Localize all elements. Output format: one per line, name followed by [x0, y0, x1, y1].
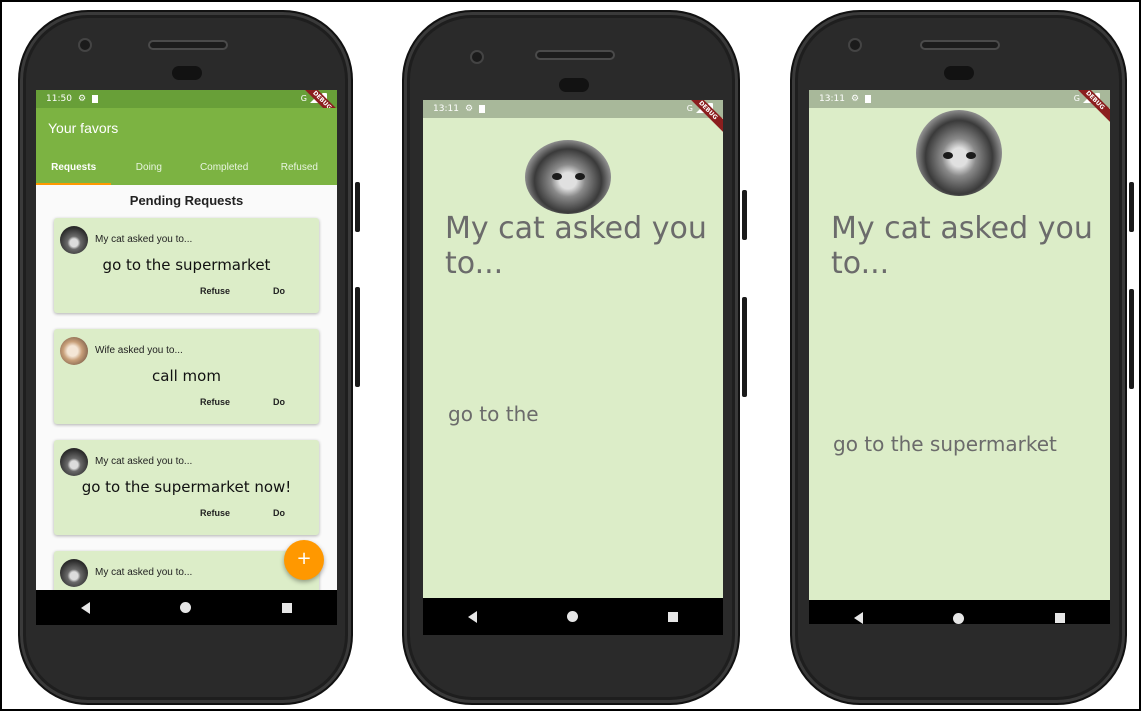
app-bar: Your favors Requests Doing Completed Ref… [36, 108, 337, 185]
back-icon[interactable] [854, 612, 864, 624]
refuse-button[interactable]: Refuse [200, 397, 230, 407]
home-icon[interactable] [567, 611, 578, 622]
proximity-sensor [559, 78, 589, 92]
tab-completed[interactable]: Completed [187, 153, 262, 185]
settings-icon: ⚙ [77, 94, 87, 104]
status-bar: 11:50 ⚙ G DEBUG [36, 90, 337, 129]
card-requester: My cat asked you to... [95, 456, 193, 467]
back-icon[interactable] [468, 610, 477, 623]
screen: 13:11 ⚙ G DEBUG My cat asked you to... g… [423, 100, 723, 635]
card-requester: My cat asked you to... [95, 567, 193, 578]
home-icon[interactable] [180, 602, 192, 613]
refuse-button[interactable]: Refuse [200, 286, 230, 296]
requester-heading: My cat asked you to... [445, 211, 707, 281]
recents-icon[interactable] [668, 611, 678, 622]
power-button [742, 190, 747, 240]
network-label: G [300, 93, 307, 103]
tab-refused[interactable]: Refused [262, 153, 337, 185]
phone-2: 13:11 ⚙ G DEBUG My cat asked you to... g… [402, 10, 747, 705]
tab-requests[interactable]: Requests [36, 153, 112, 185]
proximity-sensor [944, 66, 974, 80]
proximity-sensor [172, 66, 202, 80]
nav-bar [809, 600, 1110, 624]
settings-icon: ⚙ [464, 104, 474, 114]
volume-button [742, 297, 747, 397]
avatar [60, 337, 88, 365]
avatar [60, 226, 88, 254]
favor-card: Wife asked you to... call mom Refuse Do [54, 329, 319, 424]
back-icon[interactable] [81, 601, 91, 614]
tab-bar: Requests Doing Completed Refused [36, 153, 337, 185]
avatar-eye [943, 152, 953, 159]
card-description: go to the supermarket [102, 256, 271, 274]
avatar-eye [552, 173, 562, 180]
refuse-button[interactable]: Refuse [200, 508, 230, 518]
avatar [916, 110, 1002, 196]
app-title: Your favors [48, 120, 119, 136]
sd-card-icon [865, 95, 872, 103]
recents-icon[interactable] [1054, 613, 1065, 623]
requester-heading: My cat asked you to... [831, 211, 1093, 281]
section-title: Pending Requests [129, 193, 244, 208]
volume-button [1129, 289, 1134, 389]
nav-bar [36, 590, 337, 625]
screen: 13:11 ⚙ G DEBUG My cat asked you to... g… [809, 90, 1110, 624]
card-requester: Wife asked you to... [95, 345, 183, 356]
earpiece-speaker [535, 50, 615, 60]
avatar [60, 559, 88, 587]
sd-card-icon [92, 95, 99, 103]
power-button [1129, 182, 1134, 232]
status-time: 13:11 [819, 94, 845, 104]
phone-1: 11:50 ⚙ G DEBUG Your favors Requests Doi… [18, 10, 360, 705]
avatar-eye [966, 152, 976, 159]
status-bar: 13:11 ⚙ G DEBUG [423, 100, 723, 139]
sd-card-icon [479, 105, 486, 113]
front-camera [848, 38, 862, 52]
status-bar: 13:11 ⚙ G DEBUG [809, 90, 1110, 129]
do-button[interactable]: Do [273, 286, 285, 296]
tab-doing[interactable]: Doing [111, 153, 186, 185]
do-button[interactable]: Do [273, 397, 285, 407]
phone-3: 13:11 ⚙ G DEBUG My cat asked you to... g… [790, 10, 1134, 705]
favor-description: go to the supermarket [833, 432, 1057, 456]
card-description: go to the supermarket now! [81, 478, 292, 496]
nav-bar [423, 598, 723, 635]
status-time: 11:50 [46, 94, 72, 104]
favor-description: go to the [448, 402, 539, 426]
home-icon[interactable] [953, 612, 965, 624]
status-time: 13:11 [433, 104, 459, 114]
volume-button [355, 287, 360, 387]
front-camera [470, 50, 484, 64]
screen: 11:50 ⚙ G DEBUG Your favors Requests Doi… [36, 90, 337, 625]
network-label: G [686, 103, 693, 113]
avatar [525, 140, 611, 214]
earpiece-speaker [920, 40, 1000, 50]
front-camera [78, 38, 92, 52]
power-button [355, 182, 360, 232]
earpiece-speaker [148, 40, 228, 50]
card-description: call mom [152, 367, 221, 385]
network-label: G [1073, 93, 1080, 103]
do-button[interactable]: Do [273, 508, 285, 518]
avatar [60, 448, 88, 476]
avatar-eye [575, 173, 585, 180]
favor-card: My cat asked you to... go to the superma… [54, 440, 319, 535]
recents-icon[interactable] [281, 602, 292, 613]
favor-card: My cat asked you to... go to the superma… [54, 218, 319, 313]
add-favor-button[interactable]: + [284, 540, 324, 580]
card-requester: My cat asked you to... [95, 234, 193, 245]
settings-icon: ⚙ [850, 94, 860, 104]
